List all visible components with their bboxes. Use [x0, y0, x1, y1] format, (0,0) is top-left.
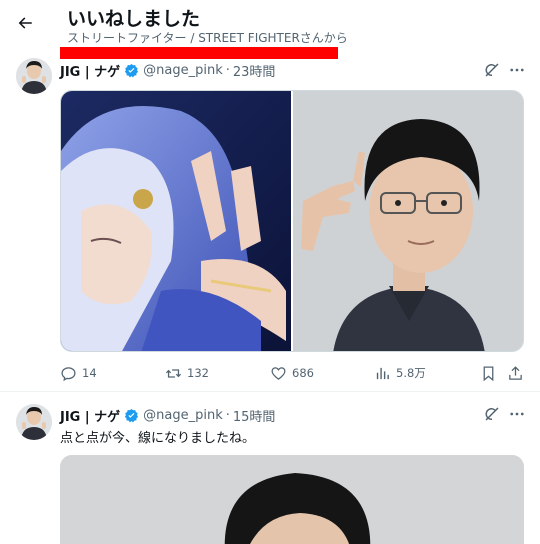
heart-icon [271, 366, 286, 380]
tweet-timestamp[interactable]: 15時間 [233, 406, 276, 425]
separator-dot: · [225, 407, 230, 423]
like-button[interactable]: 686 [270, 363, 314, 383]
avatar[interactable] [16, 58, 52, 94]
like-count: 686 [292, 366, 314, 380]
tweet-card[interactable]: JIG | ナゲ @nage_pink · 23時間 14 132 686 5.… [0, 54, 540, 392]
retweet-icon [165, 368, 182, 378]
page-title: いいねしました [67, 8, 201, 30]
tweet-actions: 14 132 686 5.8万 [60, 363, 524, 383]
tweet-timestamp[interactable]: 23時間 [233, 61, 276, 80]
tweet-text: 点と点が今、線になりましたね。 [60, 431, 256, 446]
verified-badge-icon [124, 63, 139, 78]
tweet-card[interactable]: JIG | ナゲ @nage_pink · 15時間 点と点が今、線になりました… [0, 393, 540, 544]
reply-icon [61, 366, 76, 381]
separator-dot: · [225, 62, 230, 78]
tweet-header: JIG | ナゲ @nage_pink · 23時間 [60, 60, 275, 80]
media-image-character[interactable] [61, 91, 291, 351]
retweet-button[interactable]: 132 [165, 363, 209, 383]
views-button[interactable]: 5.8万 [374, 363, 426, 383]
page-header: いいねしました ストリートファイター / STREET FIGHTERさんから [0, 0, 540, 50]
reply-button[interactable]: 14 [60, 363, 97, 383]
arrow-left-icon [18, 17, 32, 29]
view-count: 5.8万 [396, 366, 426, 380]
grok-icon[interactable] [483, 61, 501, 79]
analytics-icon [376, 367, 389, 379]
tweet-media[interactable] [60, 90, 524, 352]
tweet-media[interactable] [60, 455, 524, 544]
more-options-icon[interactable] [508, 405, 526, 423]
grok-icon[interactable] [483, 405, 501, 423]
author-handle[interactable]: @nage_pink [143, 408, 223, 423]
back-button[interactable] [10, 8, 40, 38]
more-options-icon[interactable] [508, 61, 526, 79]
tweet-header: JIG | ナゲ @nage_pink · 15時間 [60, 405, 275, 425]
author-handle[interactable]: @nage_pink [143, 63, 223, 78]
author-name[interactable]: JIG | ナゲ [60, 406, 120, 425]
avatar[interactable] [16, 404, 52, 440]
reply-count: 14 [82, 366, 97, 380]
bookmark-icon [483, 365, 494, 381]
verified-badge-icon [124, 408, 139, 423]
page-subtitle: ストリートファイター / STREET FIGHTERさんから [67, 31, 348, 45]
retweet-count: 132 [187, 366, 209, 380]
share-icon [509, 365, 522, 380]
bookmark-button[interactable] [480, 363, 497, 383]
media-image-person[interactable] [293, 91, 523, 351]
author-name[interactable]: JIG | ナゲ [60, 61, 120, 80]
share-button[interactable] [507, 363, 524, 383]
